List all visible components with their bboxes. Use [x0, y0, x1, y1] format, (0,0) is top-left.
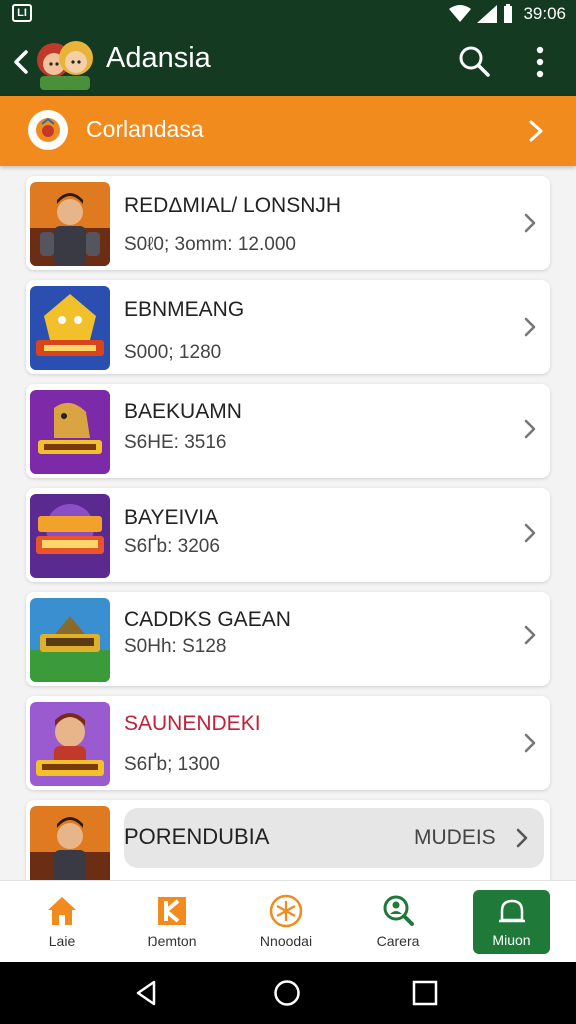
asterisk-circle-icon — [269, 894, 303, 928]
app-title: Adansia — [106, 42, 211, 74]
item-title: CADDKS GAEAN — [124, 608, 291, 631]
item-subtitle: S6HE: 3516 — [124, 432, 227, 453]
chevron-right-icon — [524, 523, 536, 543]
game-thumbnail — [30, 182, 110, 266]
game-thumbnail — [30, 390, 110, 474]
banner-badge-icon — [28, 110, 68, 150]
system-nav-bar — [0, 962, 576, 1024]
list-item[interactable]: SAUNENDEKI S6Ґb; 1300 — [26, 696, 550, 790]
list-item[interactable]: BAEKUAMN S6HE: 3516 — [26, 384, 550, 478]
game-thumbnail — [30, 494, 110, 578]
chevron-right-icon — [524, 317, 536, 337]
game-thumbnail — [30, 806, 110, 880]
system-recents-icon[interactable] — [410, 978, 440, 1008]
game-thumbnail — [30, 598, 110, 682]
list-item[interactable]: CADDKS GAEAN S0Hh: S128 — [26, 592, 550, 686]
nav-item-search[interactable]: Carera — [348, 887, 448, 957]
chevron-right-icon — [529, 120, 543, 142]
list-item[interactable]: EBNMEANG S000; 1280 — [26, 280, 550, 374]
app-bar: Adansia — [0, 28, 576, 96]
system-back-icon[interactable] — [132, 978, 162, 1008]
game-list: REDΔMIAL/ LONSNJH S0ℓ0; 3omm: 12.000 EBN… — [0, 166, 576, 880]
wifi-icon — [449, 5, 472, 22]
item-subtitle: S0ℓ0; 3omm: 12.000 — [124, 234, 296, 255]
bell-icon — [498, 899, 525, 923]
item-subtitle: S000; 1280 — [124, 342, 222, 363]
battery-icon — [504, 4, 513, 23]
status-icons: 39:06 — [449, 2, 566, 26]
item-title: REDΔMIAL/ LONSNJH — [124, 194, 342, 217]
item-subtitle: S6Ґb; 1300 — [124, 754, 220, 775]
category-banner[interactable]: Corlandasa — [0, 96, 576, 166]
banner-title: Corlandasa — [86, 116, 204, 142]
signal-icon — [477, 5, 498, 23]
nav-label: Carera — [376, 933, 420, 949]
featured-pill-button[interactable]: PORENDUBIA MUDEIS — [124, 808, 544, 868]
more-vertical-icon[interactable] — [526, 42, 554, 82]
game-thumbnail — [30, 702, 110, 786]
status-bar: LI 39:06 — [0, 0, 576, 28]
chevron-right-icon — [516, 828, 528, 848]
nav-label: Ŋemton — [147, 933, 197, 949]
item-title: BAEKUAMN — [124, 400, 242, 423]
app-avatar-icon — [37, 41, 93, 90]
clock: 39:06 — [523, 4, 566, 23]
item-title: BAYEIVIA — [124, 506, 219, 529]
item-title: EBNMEANG — [124, 298, 245, 321]
bookmark-icon — [158, 897, 186, 925]
item-subtitle: S6Ґb: 3206 — [124, 536, 220, 557]
search-icon[interactable] — [456, 43, 492, 79]
list-item[interactable]: REDΔMIAL/ LONSNJH S0ℓ0; 3omm: 12.000 — [26, 176, 550, 270]
back-arrow-icon[interactable] — [8, 46, 36, 78]
status-badge: LI — [12, 4, 32, 22]
nav-label: Miuon — [492, 932, 531, 948]
chevron-right-icon — [524, 213, 536, 233]
system-home-icon[interactable] — [272, 978, 302, 1008]
bottom-nav: Laie Ŋemton Nnoodai Carera Miuon — [0, 880, 576, 962]
nav-label: Nnoodai — [259, 933, 313, 949]
chevron-right-icon — [524, 419, 536, 439]
nav-item-home[interactable]: Laie — [12, 887, 112, 957]
pill-title: PORENDUBIA — [124, 824, 270, 849]
search-person-icon — [383, 895, 414, 926]
nav-label: Laie — [48, 933, 76, 949]
game-thumbnail — [30, 286, 110, 370]
home-icon — [48, 897, 76, 925]
item-subtitle: S0Hh: S128 — [124, 636, 227, 657]
item-title: SAUNENDEKI — [124, 712, 261, 735]
nav-item-notifications[interactable]: Miuon — [473, 890, 550, 954]
list-item[interactable]: BAYEIVIA S6Ґb: 3206 — [26, 488, 550, 582]
nav-item-activity[interactable]: Nnoodai — [236, 887, 336, 957]
nav-item-bookmark[interactable]: Ŋemton — [122, 887, 222, 957]
pill-action-label: MUDEIS — [414, 826, 496, 849]
chevron-right-icon — [524, 625, 536, 645]
chevron-right-icon — [524, 733, 536, 753]
